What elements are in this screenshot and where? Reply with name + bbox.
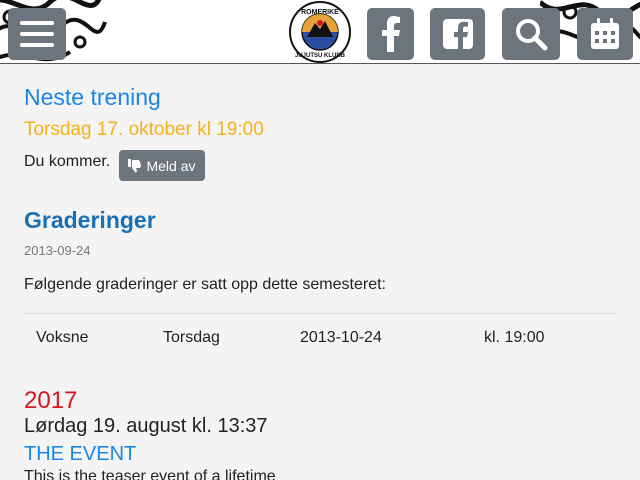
thumbs-down-icon [128, 158, 142, 172]
table-divider [24, 313, 616, 314]
gradings-description: Følgende graderinger er satt opp dette s… [24, 276, 386, 293]
gradings-heading[interactable]: Graderinger [24, 207, 156, 234]
search-button[interactable] [502, 8, 560, 60]
site-header: ROMERIKE JUJUTSU KLUBB [0, 0, 640, 64]
facebook-icon [381, 16, 400, 52]
menu-icon [20, 21, 54, 47]
menu-button[interactable] [8, 8, 66, 60]
event-teaser: This is the teaser event of a lifetime [24, 468, 276, 480]
club-logo[interactable]: ROMERIKE JUJUTSU KLUBB [287, 1, 353, 63]
next-training-date: Torsdag 17. oktober kl 19:00 [24, 119, 264, 140]
event-title[interactable]: THE EVENT [24, 443, 136, 466]
logo-text-bottom: JUJUTSU KLUBB [295, 53, 346, 59]
attendance-status: Du kommer. [24, 153, 111, 170]
grading-day: Torsdag [163, 329, 220, 346]
logo-text-top: ROMERIKE [301, 9, 339, 16]
calendar-icon [591, 18, 619, 49]
next-training-heading: Neste trening [24, 84, 161, 110]
grading-date: 2013-10-24 [300, 329, 382, 346]
event-year: 2017 [24, 387, 78, 414]
event-date: Lørdag 19. august kl. 13:37 [24, 415, 268, 437]
facebook-group-button[interactable] [430, 8, 485, 60]
facebook-square-icon [442, 19, 473, 49]
grading-time: kl. 19:00 [484, 329, 545, 346]
search-icon [516, 19, 548, 51]
facebook-button[interactable] [367, 8, 414, 60]
cancel-attendance-label: Meld av [146, 157, 196, 174]
gradings-post-date: 2013-09-24 [24, 243, 91, 258]
calendar-button[interactable] [577, 8, 633, 60]
grading-group: Voksne [36, 329, 89, 346]
cancel-attendance-button[interactable]: Meld av [119, 150, 205, 181]
